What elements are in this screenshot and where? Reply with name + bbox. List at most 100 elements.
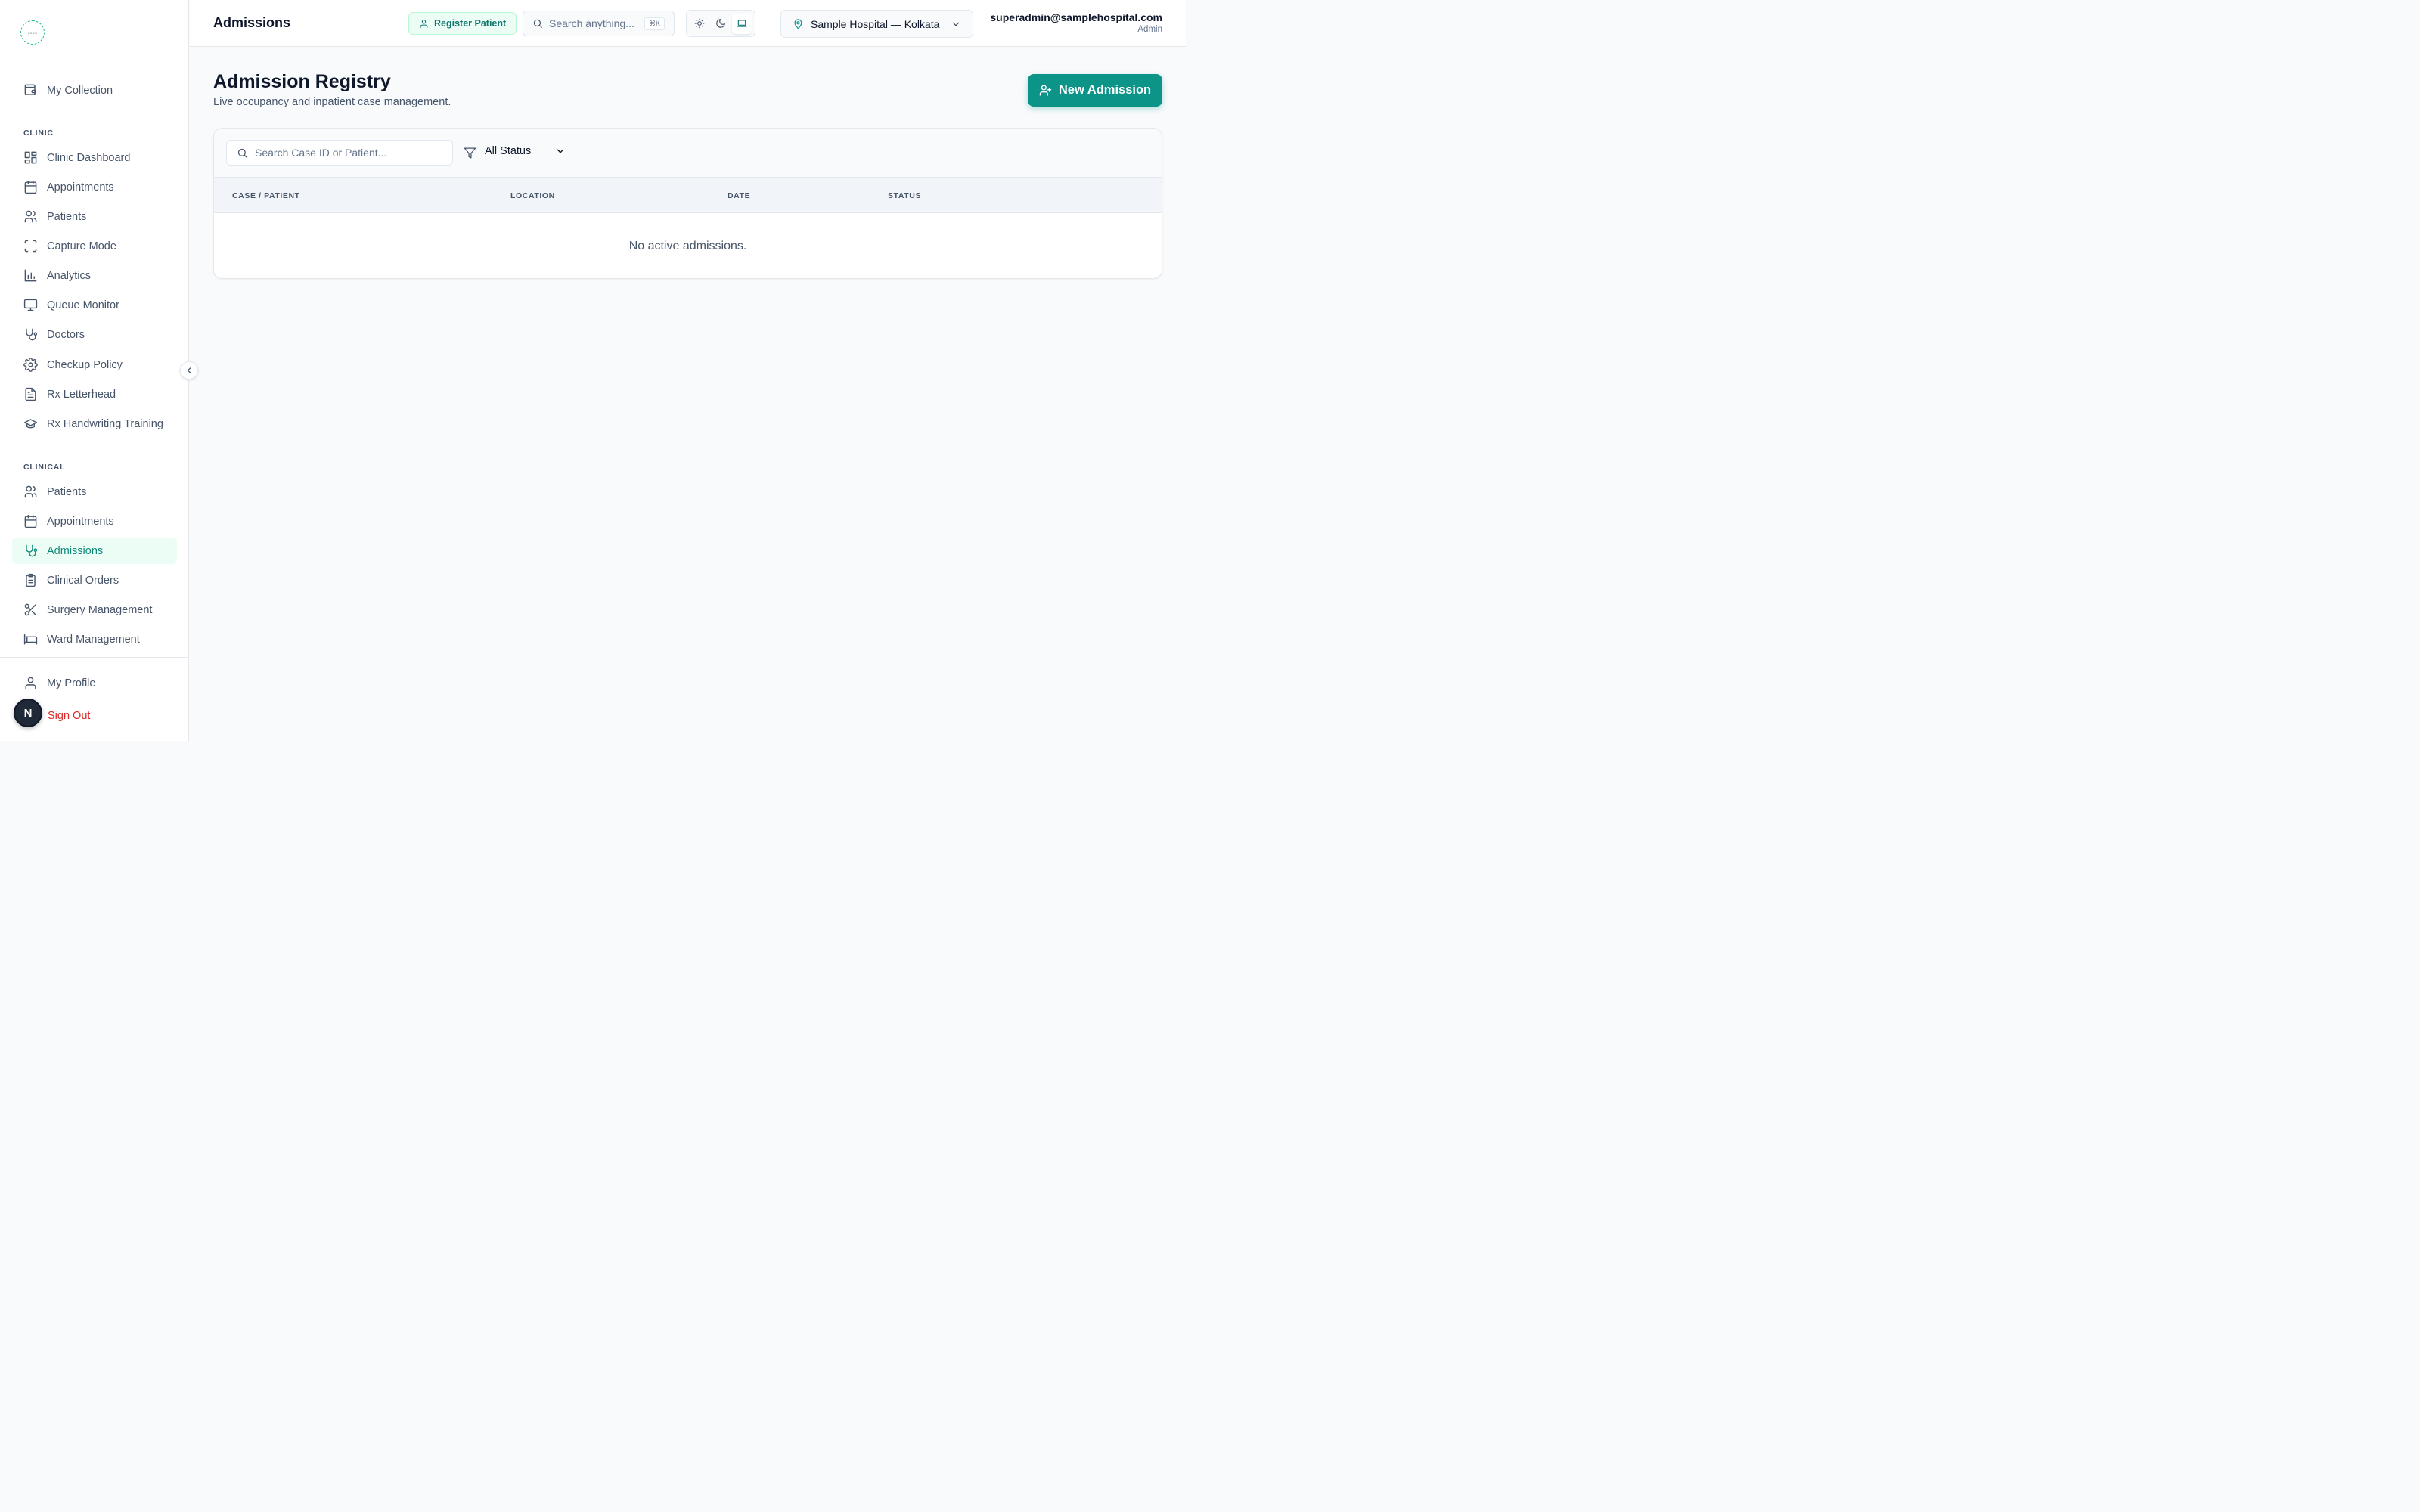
- admissions-table-card: Search Case ID or Patient... All Status …: [213, 128, 1162, 279]
- sidebar-item-label: Surgery Management: [47, 603, 153, 616]
- sidebar-item-label: Ward Management: [47, 633, 140, 646]
- new-admission-label: New Admission: [1058, 83, 1152, 97]
- page-title: Admission Registry: [213, 71, 391, 92]
- sidebar-item-label: Rx Handwriting Training: [47, 417, 163, 430]
- stethoscope-icon: [26, 544, 38, 557]
- bed-icon: [23, 634, 38, 645]
- scissors-icon: [24, 603, 36, 616]
- sidebar-item-label: Clinic Dashboard: [47, 151, 131, 164]
- sidebar-collapse-button[interactable]: [180, 361, 198, 380]
- sidebar-item-ward-management[interactable]: Ward Management: [12, 626, 177, 652]
- column-header-location[interactable]: LOCATION: [510, 191, 555, 200]
- clipboard-icon: [26, 573, 36, 587]
- sidebar-item-label: Clinical Orders: [47, 574, 119, 587]
- search-icon: [237, 148, 247, 158]
- sidebar-item-label: Doctors: [47, 328, 85, 341]
- theme-dark-button[interactable]: [711, 14, 731, 34]
- page-header-title: Admissions: [213, 15, 291, 30]
- scan-icon: [24, 240, 37, 253]
- global-search-input[interactable]: Search anything... ⌘K: [523, 11, 675, 36]
- user-icon: [420, 19, 428, 28]
- column-header-status[interactable]: STATUS: [888, 191, 921, 200]
- new-admission-button[interactable]: New Admission: [1028, 74, 1162, 107]
- sidebar-item-label: Admissions: [47, 544, 104, 557]
- sidebar-item-my-profile[interactable]: My Profile: [12, 670, 177, 696]
- sidebar-item-label: Patients: [47, 210, 87, 223]
- chevron-left-icon: [187, 367, 191, 373]
- graduation-cap-icon: [23, 419, 38, 429]
- status-filter-select[interactable]: All Status: [485, 145, 566, 157]
- sidebar-item-queue-monitor[interactable]: Queue Monitor: [12, 292, 177, 318]
- sidebar-item-label: Queue Monitor: [47, 299, 119, 311]
- location-label: Sample Hospital — Kolkata: [811, 17, 940, 30]
- sidebar-item-label: Patients: [47, 485, 87, 498]
- search-icon: [533, 19, 542, 28]
- sidebar-item-appointments[interactable]: Appointments: [12, 174, 177, 200]
- app-logo[interactable]: LOGO: [20, 20, 45, 45]
- stethoscope-icon: [26, 328, 38, 341]
- case-search-placeholder: Search Case ID or Patient...: [255, 147, 387, 159]
- wallet-icon: [24, 84, 36, 95]
- hospital-location-select[interactable]: Sample Hospital — Kolkata: [780, 10, 973, 38]
- chevron-down-icon: [557, 149, 564, 153]
- sidebar-item-rx-letterhead[interactable]: Rx Letterhead: [12, 381, 177, 407]
- sidebar-item-label: Capture Mode: [47, 240, 116, 253]
- user-plus-icon: [1039, 85, 1052, 96]
- map-pin-icon: [794, 19, 802, 29]
- sidebar-item-label: Checkup Policy: [47, 358, 123, 371]
- monitor-icon: [23, 299, 38, 311]
- bar-chart-icon: [24, 269, 37, 282]
- column-header-case-patient[interactable]: CASE / PATIENT: [232, 191, 300, 200]
- laptop-icon: [737, 20, 747, 27]
- chevron-down-icon: [952, 22, 960, 26]
- search-placeholder: Search anything...: [549, 17, 634, 29]
- file-text-icon: [25, 387, 36, 401]
- theme-light-button[interactable]: [690, 14, 709, 34]
- sidebar-item-capture-mode[interactable]: Capture Mode: [12, 233, 177, 259]
- register-patient-button[interactable]: Register Patient: [408, 12, 517, 35]
- sidebar-item-admissions[interactable]: Admissions: [12, 538, 177, 564]
- sidebar-item-appointments[interactable]: Appointments: [12, 508, 177, 534]
- column-header-date[interactable]: DATE: [728, 191, 750, 200]
- user-email: superadmin@samplehospital.com: [990, 11, 1162, 23]
- sign-out-label: Sign Out: [48, 709, 91, 722]
- sidebar-item-patients[interactable]: Patients: [12, 479, 177, 505]
- sidebar-item-my-collection[interactable]: My Collection: [12, 77, 177, 104]
- gear-icon: [23, 358, 38, 372]
- sidebar-item-rx-handwriting-training[interactable]: Rx Handwriting Training: [12, 411, 177, 437]
- moon-icon: [716, 19, 725, 28]
- sidebar-item-analytics[interactable]: Analytics: [12, 262, 177, 289]
- search-shortcut: ⌘K: [644, 17, 665, 30]
- sidebar-item-doctors[interactable]: Doctors: [12, 321, 177, 348]
- sidebar-item-patients[interactable]: Patients: [12, 203, 177, 230]
- sidebar-item-clinical-orders[interactable]: Clinical Orders: [12, 567, 177, 593]
- sidebar-item-surgery-management[interactable]: Surgery Management: [12, 596, 177, 623]
- page-subtitle: Live occupancy and inpatient case manage…: [213, 96, 451, 108]
- empty-state-message: No active admissions.: [628, 240, 747, 253]
- sidebar-item-label: Analytics: [47, 269, 92, 282]
- sidebar: LOGO My Collection CLINIC Clinic Dashboa…: [0, 0, 189, 741]
- sidebar-item-checkup-policy[interactable]: Checkup Policy: [12, 352, 177, 378]
- sun-icon: [694, 18, 705, 29]
- register-patient-label: Register Patient: [434, 18, 507, 29]
- user-role: Admin: [1137, 25, 1162, 34]
- table-toolbar: Search Case ID or Patient... All Status: [214, 129, 1162, 178]
- calendar-icon: [24, 180, 37, 194]
- filter-icon: [464, 147, 476, 159]
- dev-tools-badge[interactable]: N: [14, 699, 42, 727]
- theme-system-button[interactable]: [732, 13, 752, 34]
- sidebar-item-label: Rx Letterhead: [47, 388, 116, 401]
- sidebar-item-label: My Collection: [47, 84, 113, 97]
- sidebar-item-clinic-dashboard[interactable]: Clinic Dashboard: [12, 144, 177, 171]
- dashboard-icon: [24, 151, 37, 164]
- calendar-icon: [24, 514, 37, 528]
- sidebar-item-label: Appointments: [47, 515, 114, 528]
- case-search-input[interactable]: Search Case ID or Patient...: [226, 140, 453, 166]
- user-icon: [25, 677, 36, 689]
- logo-text: LOGO: [27, 30, 38, 35]
- status-filter-value: All Status: [485, 145, 532, 157]
- user-menu[interactable]: superadmin@samplehospital.com Admin: [990, 11, 1162, 34]
- badge-letter: N: [23, 706, 33, 720]
- top-header: Admissions Register Patient Search anyth…: [190, 0, 1186, 47]
- users-icon: [24, 485, 37, 498]
